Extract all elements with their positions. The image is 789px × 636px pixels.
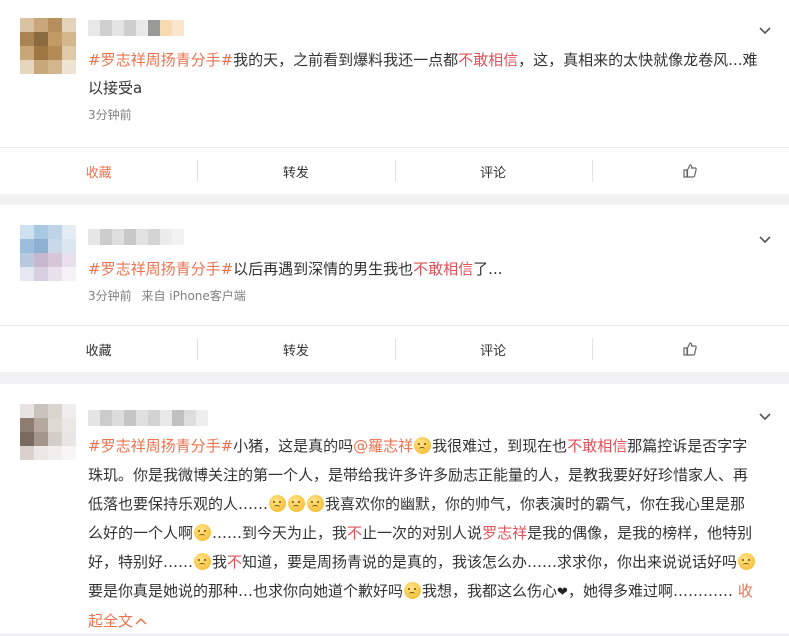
topic-link[interactable]: #罗志祥周扬青分手#	[88, 51, 233, 69]
post-meta: 3分钟前 来自 iPhone客户端	[88, 287, 252, 304]
topic-link[interactable]: #罗志祥周扬青分手#	[88, 260, 233, 278]
sad-face-emoji	[414, 437, 432, 454]
sad-face-emoji	[307, 495, 325, 512]
post-text-segment: ，她得多难过啊…………	[567, 582, 733, 600]
post-time[interactable]: 3分钟前	[88, 289, 132, 303]
post-source[interactable]: 来自 iPhone客户端	[141, 289, 245, 303]
post-text-segment: 以后再遇到深情的男生我也	[233, 260, 414, 278]
keyword-highlight: 不敢相信	[567, 437, 628, 455]
mention-link[interactable]: @羅志祥	[353, 437, 413, 455]
broken-heart-icon: ❤	[557, 585, 568, 600]
username-blurred[interactable]	[88, 410, 208, 426]
post-meta: 3分钟前	[88, 106, 138, 123]
post-text-segment: 知道，要是周扬青说的是真的，我该怎么办……求求你，你出来说说话好吗	[242, 553, 738, 571]
chevron-down-icon[interactable]	[759, 24, 771, 36]
action-bar: 收藏 转发 评论	[0, 325, 789, 372]
post-text-segment: 我想，我都这么伤心	[422, 582, 558, 600]
post-text-segment: 小猪，这是真的吗	[233, 437, 354, 455]
post-text: #罗志祥周扬青分手#我的天，之前看到爆料我还一点都不敢相信，这，真相来的太快就像…	[88, 46, 758, 102]
post-text-segment: 了...	[473, 260, 503, 278]
keyword-highlight: 不	[227, 553, 243, 571]
action-bar: 收藏 转发 评论	[0, 147, 789, 194]
post-text-segment: 我	[212, 553, 228, 571]
like-button[interactable]	[591, 148, 789, 194]
repost-button[interactable]: 转发	[197, 326, 394, 372]
avatar[interactable]	[20, 404, 76, 460]
weibo-post: #罗志祥周扬青分手#以后再遇到深情的男生我也不敢相信了... 3分钟前 来自 i…	[0, 205, 789, 372]
like-button[interactable]	[591, 326, 789, 372]
thumb-up-icon	[683, 342, 698, 356]
keyword-highlight: 不敢相信	[458, 51, 519, 69]
thumb-up-icon	[683, 164, 698, 178]
comment-button[interactable]: 评论	[394, 326, 592, 372]
sad-face-emoji	[404, 582, 422, 599]
post-text: #罗志祥周扬青分手#小猪，这是真的吗@羅志祥 我很难过，到现在也不敢相信那篇控诉是…	[88, 432, 758, 636]
sad-face-emoji	[194, 524, 212, 541]
avatar[interactable]	[20, 18, 76, 74]
post-text-segment: 我的天，之前看到爆料我还一点都	[233, 51, 459, 69]
sad-face-emoji	[738, 553, 756, 570]
sad-face-emoji	[288, 495, 306, 512]
post-text-segment: 要是你真是她说的那种…也求你向她道个歉好吗	[88, 582, 404, 600]
sad-face-emoji	[194, 553, 212, 570]
post-text-segment: 止一次的对别人说	[362, 524, 483, 542]
username-blurred[interactable]	[88, 229, 184, 245]
keyword-highlight: 罗志祥	[482, 524, 528, 542]
post-text: #罗志祥周扬青分手#以后再遇到深情的男生我也不敢相信了...	[88, 255, 758, 283]
weibo-post: #罗志祥周扬青分手#我的天，之前看到爆料我还一点都不敢相信，这，真相来的太快就像…	[0, 0, 789, 194]
repost-button[interactable]: 转发	[197, 148, 394, 194]
favorite-button[interactable]: 收藏	[0, 148, 197, 194]
avatar[interactable]	[20, 225, 76, 281]
chevron-up-icon	[135, 617, 147, 625]
keyword-highlight: 不	[347, 524, 363, 542]
favorite-button[interactable]: 收藏	[0, 326, 197, 372]
post-text-segment: ……到今天为止，我	[212, 524, 348, 542]
chevron-down-icon[interactable]	[759, 233, 771, 245]
weibo-post: #罗志祥周扬青分手#小猪，这是真的吗@羅志祥 我很难过，到现在也不敢相信那篇控诉是…	[0, 384, 789, 633]
username-blurred[interactable]	[88, 20, 184, 36]
post-time[interactable]: 3分钟前	[88, 108, 132, 122]
sad-face-emoji	[269, 495, 287, 512]
keyword-highlight: 不敢相信	[413, 260, 474, 278]
chevron-down-icon[interactable]	[759, 410, 771, 422]
comment-button[interactable]: 评论	[394, 148, 592, 194]
topic-link[interactable]: #罗志祥周扬青分手#	[88, 437, 233, 455]
post-text-segment: 我很难过，到现在也	[432, 437, 568, 455]
